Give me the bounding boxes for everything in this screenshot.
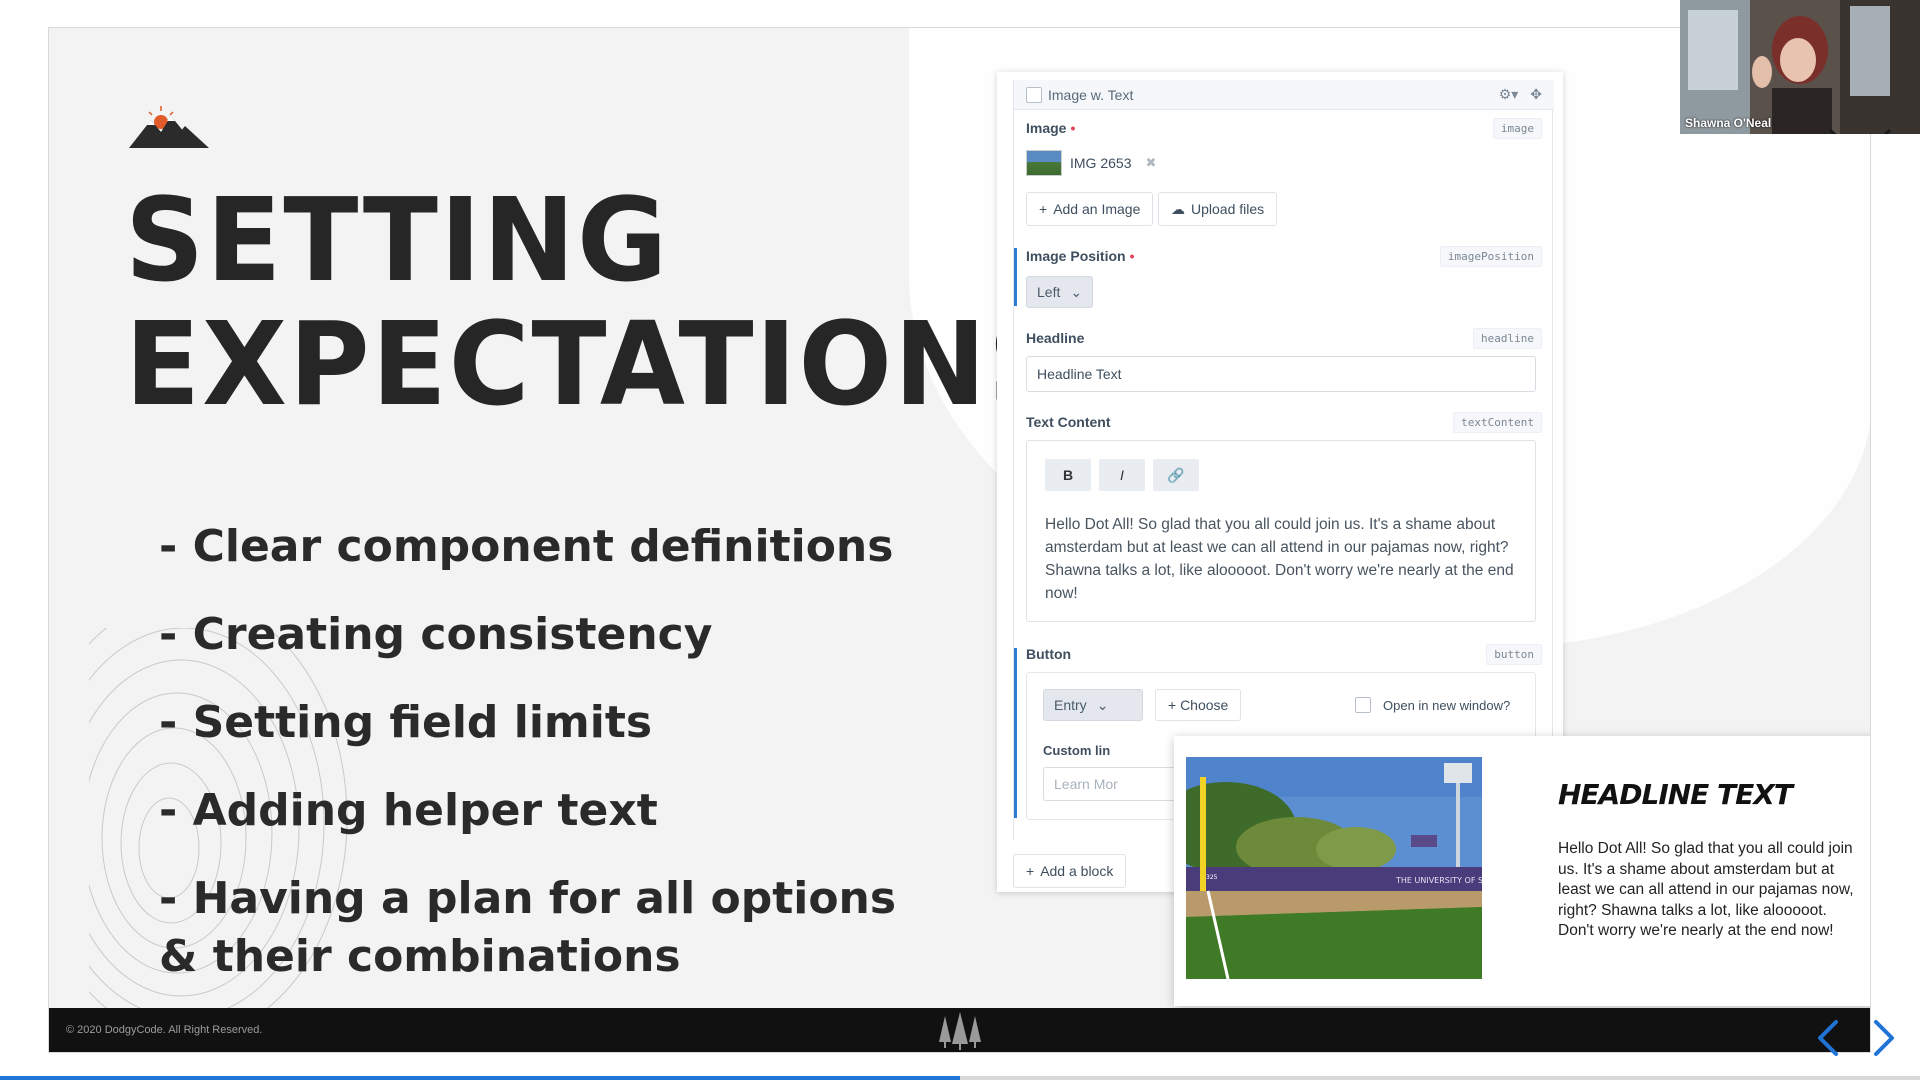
bullet-item: - Adding helper text — [159, 785, 658, 836]
image-position-label-text: Image Position — [1026, 248, 1126, 264]
remove-icon[interactable]: ✖ — [1145, 155, 1156, 171]
matrix-block: Image w. Text ⚙▾ ✥ Image • image IMG 2653… — [1013, 80, 1554, 840]
image-position-handle: imagePosition — [1439, 246, 1542, 267]
headline-input[interactable]: Headline Text — [1026, 356, 1536, 392]
text-content-handle: textContent — [1453, 412, 1542, 433]
headline-handle: headline — [1473, 328, 1542, 349]
previous-slide-icon[interactable] — [1812, 1016, 1846, 1060]
rich-text-body[interactable]: Hello Dot All! So glad that you all coul… — [1045, 513, 1535, 605]
button-label: Button — [1026, 646, 1072, 662]
bullet-item: - Setting field limits — [159, 697, 653, 748]
image-position-value: Left — [1037, 284, 1061, 300]
webcam-video-tile[interactable]: Shawna O'Neal — [1680, 0, 1920, 134]
required-marker: • — [1129, 248, 1135, 264]
plus-icon: + — [1026, 863, 1035, 879]
button-handle: button — [1486, 644, 1542, 665]
headline-input-value: Headline Text — [1037, 366, 1122, 382]
block-header: Image w. Text ⚙▾ ✥ — [1014, 80, 1554, 110]
distance-marker: 325 — [1206, 874, 1218, 881]
gear-icon[interactable]: ⚙▾ — [1499, 86, 1519, 103]
bullet-item: - Creating consistency — [159, 609, 713, 660]
chevron-down-icon: ⌄ — [1096, 696, 1109, 713]
copyright-text: © 2020 DodgyCode. All Right Reserved. — [66, 1024, 263, 1036]
add-image-button[interactable]: + Add an Image — [1026, 192, 1154, 226]
image-position-select[interactable]: Left ⌄ — [1026, 276, 1094, 308]
image-thumbnail — [1026, 150, 1062, 176]
image-file-name: IMG 2653 — [1070, 155, 1132, 171]
rich-text-editor[interactable]: B I 🔗 Hello Dot All! So glad that you al… — [1026, 440, 1536, 622]
bullet-item: - Clear component definitions — [159, 521, 894, 572]
presentation-slide: SETTING EXPECTATIONS - Clear component d… — [48, 27, 1871, 1053]
link-type-select[interactable]: Entry ⌄ — [1043, 689, 1143, 721]
text-content-label: Text Content — [1026, 414, 1111, 430]
preview-headline: HEADLINE TEXT — [1558, 778, 1793, 811]
block-title: Image w. Text — [1048, 86, 1134, 103]
choose-entry-button[interactable]: + Choose — [1155, 689, 1242, 721]
preview-body-text: Hello Dot All! So glad that you all coul… — [1558, 840, 1854, 939]
move-icon[interactable]: ✥ — [1530, 86, 1542, 103]
custom-link-label: Custom lin — [1043, 743, 1111, 758]
slide-footer: © 2020 DodgyCode. All Right Reserved. — [49, 1008, 1870, 1052]
cloud-upload-icon: ☁ — [1171, 200, 1185, 217]
custom-link-placeholder: Learn Mor — [1054, 776, 1118, 792]
add-block-label: Add a block — [1040, 863, 1114, 879]
new-window-option[interactable]: Open in new window? — [1355, 697, 1510, 713]
link-icon[interactable]: 🔗 — [1153, 459, 1199, 491]
slide-progress-fill — [0, 1076, 960, 1080]
italic-button[interactable]: I — [1099, 459, 1145, 491]
new-window-label: Open in new window? — [1383, 697, 1511, 713]
image-handle: image — [1492, 118, 1542, 139]
bold-button[interactable]: B — [1045, 459, 1091, 491]
image-asset[interactable]: IMG 2653 ✖ — [1026, 150, 1156, 176]
webcam-feed — [1680, 0, 1920, 134]
bullet-list: - Clear component definitions - Creating… — [159, 518, 919, 1016]
upload-files-label: Upload files — [1191, 201, 1265, 217]
screen: SETTING EXPECTATIONS - Clear component d… — [0, 0, 1920, 1080]
component-preview-card: THE UNIVERSITY OF SCRANTON 325 HEADLINE … — [1174, 736, 1870, 1006]
new-window-checkbox[interactable] — [1355, 697, 1371, 713]
slide-progress-bar — [0, 1076, 1920, 1080]
bullet-item: - Having a plan for all options & their … — [159, 873, 897, 982]
block-select-checkbox[interactable] — [1026, 86, 1042, 103]
required-marker: • — [1070, 120, 1076, 136]
field-focus-bar — [1014, 648, 1017, 818]
image-label-text: Image — [1026, 120, 1067, 136]
baseball-field-photo: THE UNIVERSITY OF SCRANTON 325 — [1186, 757, 1482, 979]
wall-text: THE UNIVERSITY OF SCRANTON — [1395, 876, 1482, 885]
slide-title: SETTING EXPECTATIONS — [125, 172, 1070, 432]
image-position-label: Image Position • — [1026, 248, 1134, 264]
link-type-value: Entry — [1054, 697, 1087, 713]
slide-title-line-2: EXPECTATIONS — [125, 296, 1070, 432]
image-field-label: Image • — [1026, 120, 1075, 136]
next-slide-icon[interactable] — [1866, 1016, 1900, 1060]
mountain-logo-icon — [129, 106, 209, 148]
slide-title-line-1: SETTING — [125, 172, 670, 308]
headline-label: Headline — [1026, 330, 1085, 346]
add-block-button[interactable]: + Add a block — [1013, 854, 1127, 888]
field-focus-bar — [1014, 248, 1017, 306]
upload-files-button[interactable]: ☁ Upload files — [1158, 192, 1278, 226]
pine-trees-icon — [939, 1012, 981, 1050]
plus-icon: + — [1039, 201, 1048, 217]
chevron-down-icon: ⌄ — [1070, 283, 1083, 300]
participant-name: Shawna O'Neal — [1685, 116, 1772, 130]
add-image-label: Add an Image — [1053, 201, 1141, 217]
